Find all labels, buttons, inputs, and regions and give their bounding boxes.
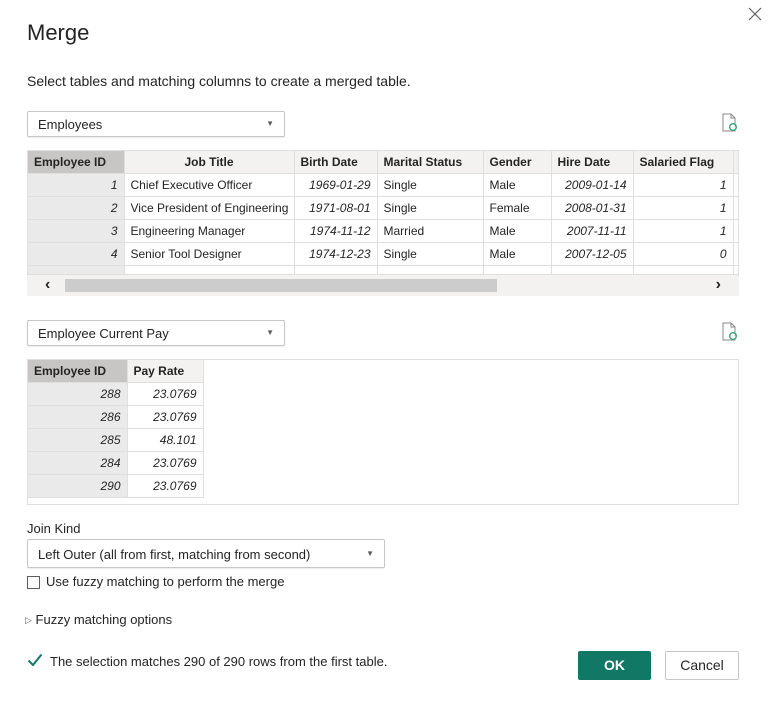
fuzzy-matching-checkbox[interactable] xyxy=(27,576,40,589)
first-table-header-row: Employee ID Job Title Birth Date Marital… xyxy=(28,151,738,174)
cell-hire-date: 2007-12-05 xyxy=(551,242,634,266)
cell-marital-status: Married xyxy=(377,219,484,243)
dialog-title: Merge xyxy=(27,20,90,45)
column-header-marital-status[interactable]: Marital Status xyxy=(377,151,484,174)
refresh-document-icon xyxy=(722,113,737,132)
cell-birth-date: 1974-12-23 xyxy=(294,242,378,266)
column-header-birth-date[interactable]: Birth Date xyxy=(294,151,378,174)
refresh-first-table-button[interactable] xyxy=(721,112,739,134)
cell-birth-date: 1969-01-29 xyxy=(294,173,378,197)
join-kind-selected: Left Outer (all from first, matching fro… xyxy=(38,547,311,562)
cell-employee-id: 284 xyxy=(28,451,128,475)
fuzzy-options-toggle[interactable]: ▷ Fuzzy matching options xyxy=(25,612,172,627)
cancel-button[interactable]: Cancel xyxy=(665,651,739,680)
cell-truncated xyxy=(733,242,738,266)
cell-pay-rate: 23.0769 xyxy=(127,382,204,406)
cell-employee-id: 2 xyxy=(28,196,125,220)
cell-pay-rate: 48.101 xyxy=(127,428,204,452)
cell-truncated xyxy=(733,196,738,220)
expand-triangle-icon: ▷ xyxy=(25,615,32,625)
column-header-pay-rate[interactable]: Pay Rate xyxy=(127,360,204,383)
second-table-dropdown[interactable]: Employee Current Pay ▼ xyxy=(27,320,285,346)
status-message: The selection matches 290 of 290 rows fr… xyxy=(50,654,388,669)
cell-gender: Male xyxy=(483,173,552,197)
column-header-salaried-flag[interactable]: Salaried Flag xyxy=(633,151,734,174)
table-row: 286 23.0769 xyxy=(28,405,204,429)
refresh-second-table-button[interactable] xyxy=(721,321,739,343)
fuzzy-matching-label[interactable]: Use fuzzy matching to perform the merge xyxy=(46,574,284,589)
cell-gender: Male xyxy=(483,219,552,243)
refresh-document-icon xyxy=(722,322,737,341)
table-row: 285 48.101 xyxy=(28,428,204,452)
second-table-preview: Employee ID Pay Rate 288 23.0769 286 23.… xyxy=(27,359,739,505)
first-table-dropdown[interactable]: Employees ▼ xyxy=(27,111,285,137)
column-header-job-title[interactable]: Job Title xyxy=(124,151,295,174)
cell-employee-id: 285 xyxy=(28,428,128,452)
column-header-gender[interactable]: Gender xyxy=(483,151,552,174)
table-row: 290 23.0769 xyxy=(28,474,204,498)
cell-birth-date: 1974-11-12 xyxy=(294,219,378,243)
cell-salaried-flag: 1 xyxy=(633,196,734,220)
status-check-icon xyxy=(27,653,43,672)
cell-marital-status: Single xyxy=(377,196,484,220)
cell-employee-id: 4 xyxy=(28,242,125,266)
join-kind-dropdown[interactable]: Left Outer (all from first, matching fro… xyxy=(27,539,385,568)
cell-birth-date: 1971-08-01 xyxy=(294,196,378,220)
dialog-subtitle: Select tables and matching columns to cr… xyxy=(27,73,411,89)
cell-salaried-flag: 1 xyxy=(633,173,734,197)
cell-employee-id: 288 xyxy=(28,382,128,406)
second-table-selected: Employee Current Pay xyxy=(38,326,169,341)
chevron-down-icon: ▼ xyxy=(266,328,274,337)
cell-marital-status: Single xyxy=(377,242,484,266)
cell-pay-rate: 23.0769 xyxy=(127,405,204,429)
scroll-right-icon[interactable]: › xyxy=(716,276,721,294)
cell-employee-id: 286 xyxy=(28,405,128,429)
column-header-employee-id[interactable]: Employee ID xyxy=(28,360,128,383)
scrollbar-thumb[interactable] xyxy=(65,279,497,292)
column-header-truncated[interactable] xyxy=(733,151,738,174)
cell-gender: Female xyxy=(483,196,552,220)
table-row: 288 23.0769 xyxy=(28,382,204,406)
cell-marital-status: Single xyxy=(377,173,484,197)
close-button[interactable] xyxy=(745,4,765,24)
column-header-employee-id[interactable]: Employee ID xyxy=(28,151,125,174)
cell-salaried-flag: 1 xyxy=(633,219,734,243)
cell-hire-date: 2008-01-31 xyxy=(551,196,634,220)
chevron-down-icon: ▼ xyxy=(366,549,374,558)
table-row: 4 Senior Tool Designer 1974-12-23 Single… xyxy=(28,242,738,266)
cell-employee-id: 1 xyxy=(28,173,125,197)
cell-job-title: Senior Tool Designer xyxy=(124,242,295,266)
ok-button[interactable]: OK xyxy=(578,651,651,680)
first-table-horizontal-scrollbar[interactable]: ‹ › xyxy=(27,274,739,296)
join-kind-label: Join Kind xyxy=(27,521,81,536)
cell-pay-rate: 23.0769 xyxy=(127,451,204,475)
table-row: 1 Chief Executive Officer 1969-01-29 Sin… xyxy=(28,173,738,197)
cell-hire-date: 2007-11-11 xyxy=(551,219,634,243)
cell-hire-date: 2009-01-14 xyxy=(551,173,634,197)
table-row: 284 23.0769 xyxy=(28,451,204,475)
cell-job-title: Vice President of Engineering xyxy=(124,196,295,220)
cell-truncated xyxy=(733,173,738,197)
cell-truncated xyxy=(733,219,738,243)
cell-employee-id: 290 xyxy=(28,474,128,498)
table-row: 2 Vice President of Engineering 1971-08-… xyxy=(28,196,738,220)
cell-job-title: Chief Executive Officer xyxy=(124,173,295,197)
fuzzy-options-label: Fuzzy matching options xyxy=(35,612,173,627)
chevron-down-icon: ▼ xyxy=(266,119,274,128)
scroll-left-icon[interactable]: ‹ xyxy=(45,276,50,294)
cell-job-title: Engineering Manager xyxy=(124,219,295,243)
cell-gender: Male xyxy=(483,242,552,266)
column-header-hire-date[interactable]: Hire Date xyxy=(551,151,634,174)
table-row: 3 Engineering Manager 1974-11-12 Married… xyxy=(28,219,738,243)
second-table-header-row: Employee ID Pay Rate xyxy=(28,360,204,383)
cell-employee-id: 3 xyxy=(28,219,125,243)
cell-salaried-flag: 0 xyxy=(633,242,734,266)
first-table-selected: Employees xyxy=(38,117,103,132)
cell-pay-rate: 23.0769 xyxy=(127,474,204,498)
close-icon xyxy=(748,7,762,21)
